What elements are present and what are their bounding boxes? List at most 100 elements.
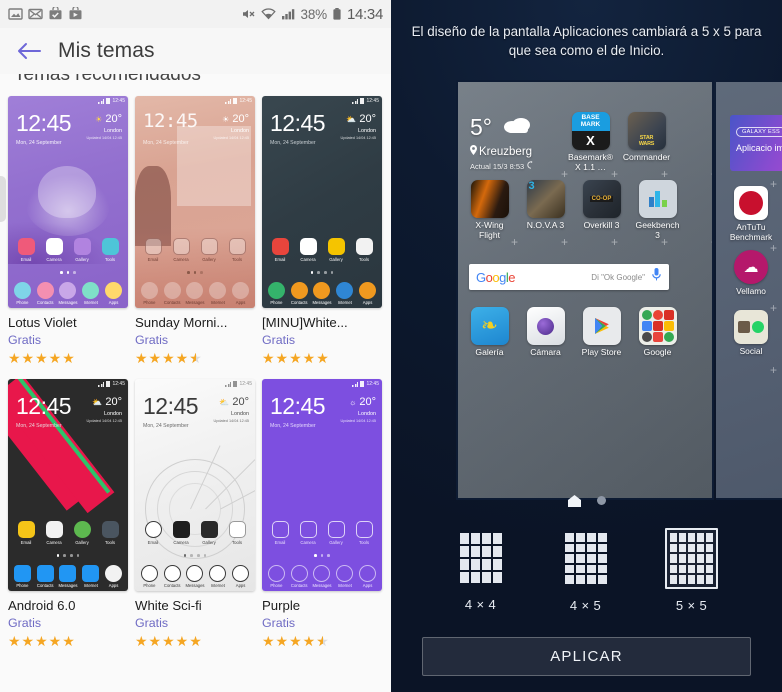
peek-app-label: AnTuTu Benchmark [729, 222, 773, 242]
google-search-bar[interactable]: Google Di "Ok Google" [469, 264, 669, 290]
app-label: Galería [475, 347, 504, 357]
theme-thumbnail[interactable]: 12:45 12:45 Mon, 24 September ⛅ 20° Lond… [262, 96, 382, 308]
preview-status-bar: 12:45 [135, 96, 255, 106]
preview-app: Camera [44, 521, 65, 545]
status-bar-notification-icons [8, 7, 83, 21]
preview-updated: Updated 14/04 12:45 [86, 419, 122, 423]
messages-icon [59, 564, 77, 582]
preview-page-dots [262, 554, 382, 557]
apps-icon [359, 281, 377, 299]
grid-option-5x5[interactable]: 5 × 5 [664, 528, 719, 613]
section-heading: Temas recomendados [0, 74, 391, 92]
theme-card[interactable]: 12:45 12:45 Mon, 24 September ☼ 20° Lond… [262, 379, 382, 648]
page-dot-icon[interactable] [596, 495, 606, 505]
theme-preview-purple: 12:45 12:45 Mon, 24 September ☼ 20° Lond… [262, 379, 382, 591]
back-arrow-icon[interactable] [16, 40, 42, 62]
gallery-icon [200, 238, 218, 255]
theme-preview-white-scifi: 12:45 12:45 Mon, 24 September ⛅ 20° Lond… [135, 379, 255, 591]
theme-card[interactable]: 12:45 12:45 Mon, 24 September ⛅ 20° Lond… [135, 379, 255, 648]
peek-app[interactable]: AnTuTu Benchmark [728, 186, 774, 242]
theme-card[interactable]: 12:45 12:45 Mon, 24 September ☀ 20° Lond… [8, 96, 128, 365]
star-wars-commander-icon: STAR WARS [627, 112, 666, 150]
app-icon-geekbench3[interactable]: Geekbench 3 [633, 180, 682, 241]
dock-app: Internet [334, 281, 355, 305]
dock-app: Messages [57, 281, 78, 305]
app-icon-overkill3[interactable]: CO-OP Overkill 3 [577, 180, 626, 241]
app-icon-basemark[interactable]: BASE MARK X Basemark® X 1.1 … [566, 112, 615, 173]
preview-weather: ⛅ 20° London Updated 14/04 12:45 [86, 396, 122, 424]
preview-date: Mon, 24 September [270, 423, 316, 429]
theme-thumbnail[interactable]: 12:45 12:45 Mon, 24 September ☀ 20° Lond… [8, 96, 128, 308]
screenshot-root: 38% 14:34 Mis temas Temas recomendados 1… [0, 0, 782, 692]
grid-option-4x4[interactable]: 4 × 4 [455, 528, 507, 613]
theme-price: Gratis [135, 616, 169, 630]
refresh-icon[interactable] [527, 161, 535, 171]
google-logo: Google [476, 269, 515, 285]
grid-option-label: 4 × 5 [569, 597, 602, 613]
camera-icon [172, 521, 190, 538]
plus-icon: + [770, 363, 778, 377]
peek-app[interactable]: Social [728, 310, 774, 357]
section-heading-label: Temas recomendados [14, 74, 201, 85]
grid-option-label: 5 × 5 [675, 597, 708, 613]
messages-icon [313, 564, 331, 582]
app-icon-camara[interactable]: Cámara [521, 307, 570, 358]
grid-size-options: 4 × 4 4 × 5 5 × 5 [391, 528, 782, 613]
preview-clock: 12:45 [143, 110, 198, 132]
social-folder-icon [734, 310, 768, 344]
theme-card[interactable]: 12:45 12:45 Mon, 24 September ⛅ 20° Lond… [8, 379, 128, 648]
preview-city: London [231, 128, 249, 134]
preview-app: Email [16, 238, 37, 262]
next-page-peek[interactable]: GALAXY ESS Aplicacio imprescin + AnTuTu … [716, 80, 782, 500]
banner-tag: GALAXY ESS [736, 127, 782, 137]
gallery-icon [200, 521, 218, 538]
tools-icon [228, 521, 246, 538]
home-page-icon[interactable] [567, 494, 581, 507]
app-icon-nova3[interactable]: 3 N.O.V.A 3 [521, 180, 570, 241]
app-icon-commander[interactable]: STAR WARS Commander [622, 112, 671, 173]
app-icon-x-wing[interactable]: X-Wing Flight [465, 180, 514, 241]
dock-app: Contacts [289, 281, 310, 305]
preview-clock: 12:45 [16, 393, 72, 419]
preview-date: Mon, 24 September [270, 140, 316, 146]
theme-card[interactable]: 12:45 12:45 Mon, 24 September ☀ 20° Lond… [135, 96, 255, 365]
home-screen-preview[interactable]: 5° Kreuzberg Actual 15/3 8:53 BASE MARK … [456, 80, 714, 500]
page-title: Mis temas [58, 39, 155, 62]
apply-button[interactable]: APLICAR [422, 637, 751, 676]
app-bar: Mis temas [0, 28, 391, 74]
preview-page-dots [8, 271, 128, 274]
preview-temp: 20° [232, 113, 249, 125]
apps-icon [359, 564, 377, 582]
plus-icon: + [511, 235, 519, 249]
app-folder-google[interactable]: Google [633, 307, 682, 358]
preview-clock: 12:45 [270, 393, 326, 419]
preview-status-time: 12:45 [239, 381, 252, 387]
preview-date: Mon, 24 September [16, 140, 62, 146]
app-label: N.O.V.A 3 [526, 220, 565, 230]
weather-updated-label: Actual 15/3 8:53 [470, 161, 525, 171]
theme-card[interactable]: 12:45 12:45 Mon, 24 September ⛅ 20° Lond… [262, 96, 382, 365]
theme-thumbnail[interactable]: 12:45 12:45 Mon, 24 September ⛅ 20° Lond… [135, 379, 255, 591]
edge-panel-handle[interactable] [0, 176, 6, 222]
app-icon-play-store[interactable]: Play Store [577, 307, 626, 358]
messages-icon [186, 281, 204, 299]
grid-option-4x5[interactable]: 4 × 5 [560, 528, 612, 613]
peek-app[interactable]: ☁ Vellamo [728, 250, 774, 297]
theme-rating: ★★★★★ [8, 633, 76, 649]
location-pin-icon [470, 145, 477, 158]
preview-city: London [358, 411, 376, 417]
microphone-icon[interactable] [651, 267, 662, 287]
phone-icon [267, 564, 285, 582]
theme-thumbnail[interactable]: 12:45 12:45 Mon, 24 September ☼ 20° Lond… [262, 379, 382, 591]
preview-dock: Phone Contacts Messages Internet Apps [8, 281, 128, 305]
preview-temp: 20° [232, 396, 249, 408]
messages-icon [59, 281, 77, 299]
dock-app: Contacts [35, 564, 56, 588]
theme-thumbnail[interactable]: 12:45 12:45 Mon, 24 September ☀ 20° Lond… [135, 96, 255, 308]
theme-thumbnail[interactable]: 12:45 12:45 Mon, 24 September ⛅ 20° Lond… [8, 379, 128, 591]
preview-temp: 20° [105, 396, 122, 408]
weather-widget[interactable]: 5° Kreuzberg Actual 15/3 8:53 [470, 115, 535, 171]
app-icon-galeria[interactable]: ❧ Galería [465, 307, 514, 358]
galaxy-essentials-banner[interactable]: GALAXY ESS Aplicacio imprescin [730, 115, 782, 171]
preview-app: Gallery [326, 521, 347, 545]
